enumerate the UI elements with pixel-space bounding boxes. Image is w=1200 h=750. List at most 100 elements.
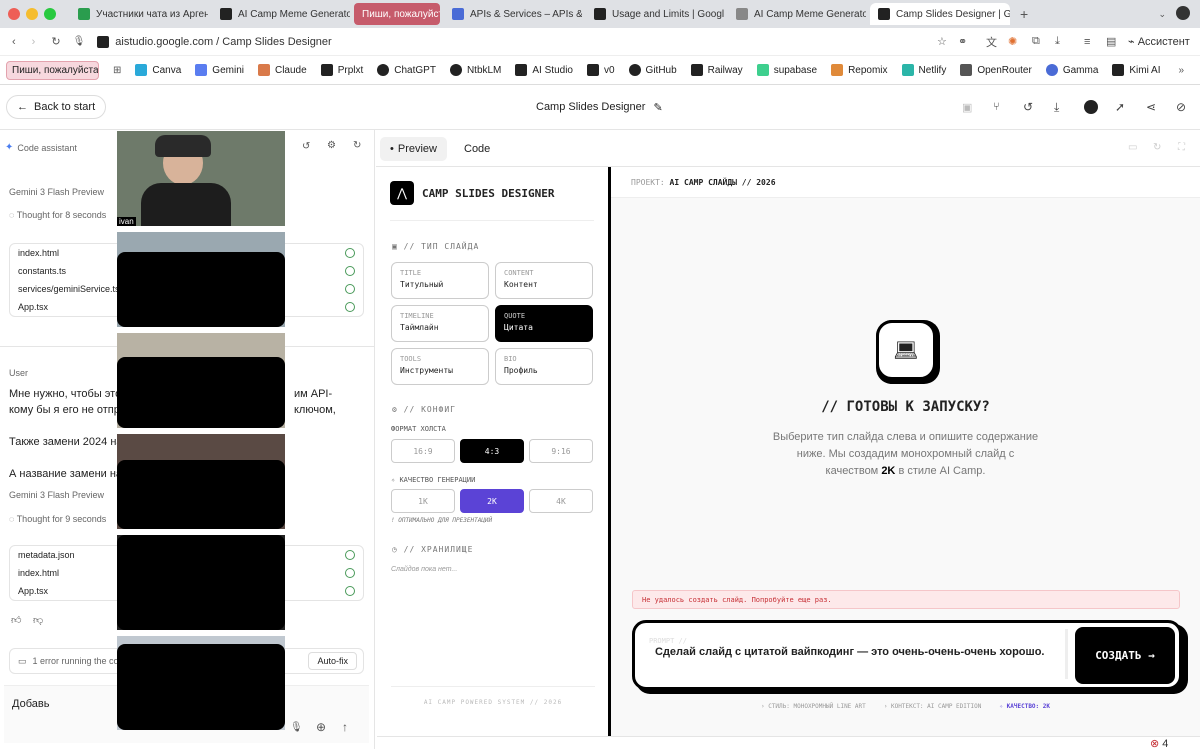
- bookmark-item[interactable]: GitHub: [628, 64, 677, 76]
- close-window-icon[interactable]: [8, 8, 20, 20]
- thought-toggle[interactable]: ◌ Thought for 9 seconds: [9, 514, 106, 524]
- bookmark-star-icon[interactable]: ☆: [937, 35, 947, 48]
- slide-type-bio[interactable]: BIO Профиль: [495, 348, 593, 385]
- browser-tab[interactable]: AI Camp Meme Generator: [728, 3, 866, 25]
- format-9-16-button[interactable]: 9:16: [529, 439, 593, 463]
- sidebar-icon[interactable]: ▤: [1106, 35, 1116, 48]
- video-participant-tile: [117, 333, 285, 428]
- device-icon[interactable]: ▭: [1128, 142, 1137, 153]
- add-icon[interactable]: ⊕: [316, 720, 326, 734]
- history-icon[interactable]: ↺: [1023, 100, 1033, 114]
- terminal-icon: ▭: [18, 655, 27, 666]
- quality-4k-button[interactable]: 4K: [529, 489, 593, 513]
- thumbs-up-icon[interactable]: 👍︎: [11, 614, 21, 626]
- extension-icon[interactable]: ✺: [1008, 35, 1017, 48]
- thumbs-down-icon[interactable]: 👎︎: [33, 614, 43, 626]
- bookmark-item[interactable]: Gemini: [195, 64, 244, 76]
- microphone-icon[interactable]: 🎙: [73, 36, 86, 47]
- assistant-button[interactable]: ⌁ Ассистент: [1128, 35, 1190, 48]
- bookmark-item[interactable]: Пиши, пожалуйста,...: [6, 60, 99, 80]
- quality-1k-button[interactable]: 1K: [391, 489, 455, 513]
- back-to-start-button[interactable]: ← Back to start: [6, 95, 107, 119]
- slide-type-content[interactable]: CONTENT Контент: [495, 262, 593, 299]
- slide-type-timeline[interactable]: TIMELINE Таймлайн: [391, 305, 489, 342]
- error-counter[interactable]: ⊗ 4: [1150, 737, 1168, 750]
- laptop-icon: 💻︎: [876, 320, 936, 380]
- bookmark-item[interactable]: supabase: [756, 64, 817, 76]
- bookmark-item[interactable]: ChatGPT: [377, 64, 436, 76]
- bookmark-item[interactable]: Railway: [690, 64, 743, 76]
- auto-fix-button[interactable]: Auto-fix: [308, 652, 357, 670]
- menu-icon[interactable]: ≡: [1084, 36, 1090, 48]
- maximize-window-icon[interactable]: [44, 8, 56, 20]
- deploy-rocket-icon[interactable]: ➚: [1115, 100, 1125, 114]
- create-button[interactable]: СОЗДАТЬ →: [1075, 627, 1175, 684]
- bookmark-item[interactable]: v0: [586, 64, 615, 76]
- ai-studio-icon: [220, 8, 232, 20]
- check-icon: [345, 302, 355, 312]
- share-icon[interactable]: ⋖: [1146, 100, 1156, 114]
- browser-tab[interactable]: Участники чата из Аргентин: [70, 3, 208, 25]
- netlify-icon: [901, 64, 914, 76]
- slide-type-quote[interactable]: QUOTE Цитата: [495, 305, 593, 342]
- format-4-3-button[interactable]: 4:3: [460, 439, 524, 463]
- fullscreen-icon[interactable]: ⛶: [1178, 142, 1185, 153]
- slide-type-tools[interactable]: TOOLS Инструменты: [391, 348, 489, 385]
- history-icon[interactable]: ↺: [302, 141, 310, 152]
- user-message: кому бы я его не отпра: [9, 404, 126, 416]
- profile-avatar[interactable]: [1176, 6, 1190, 20]
- prompt-text[interactable]: Сделай слайд с цитатой вайпкодинг — это …: [655, 644, 1055, 661]
- bookmark-item[interactable]: Claude: [257, 64, 307, 76]
- refresh-icon[interactable]: ↻: [1153, 142, 1161, 153]
- minimize-window-icon[interactable]: [26, 8, 38, 20]
- settings-gear-icon[interactable]: ⚙: [327, 140, 336, 151]
- format-16-9-button[interactable]: 16:9: [391, 439, 455, 463]
- bookmark-item[interactable]: Prplxt: [320, 64, 363, 76]
- github-icon[interactable]: [1084, 100, 1098, 114]
- browser-tab[interactable]: Usage and Limits | Google A: [586, 3, 724, 25]
- slide-type-title[interactable]: TITLE Титульный: [391, 262, 489, 299]
- edit-pencil-icon[interactable]: ✎: [653, 101, 662, 114]
- bookmark-item[interactable]: OpenRouter: [960, 64, 1032, 76]
- branch-icon[interactable]: ⑂: [993, 101, 1000, 113]
- apps-grid-icon[interactable]: ⊞: [113, 65, 121, 76]
- bookmark-item[interactable]: NtbkLM: [449, 64, 501, 76]
- bookmark-item[interactable]: Gamma: [1045, 64, 1098, 76]
- bookmark-item[interactable]: AI Studio: [515, 64, 573, 76]
- kimi-icon: [1112, 64, 1125, 76]
- more-bookmarks-icon[interactable]: »: [1179, 65, 1185, 76]
- download-icon[interactable]: ⤓: [1055, 35, 1060, 48]
- puzzle-icon[interactable]: ⧉: [1032, 35, 1040, 48]
- reload-icon[interactable]: ↻: [51, 35, 60, 48]
- bookmark-item[interactable]: Repomix: [831, 64, 888, 76]
- microphone-icon[interactable]: 🎙: [290, 722, 303, 733]
- tab-code[interactable]: Code: [464, 137, 490, 161]
- save-icon[interactable]: ▣: [962, 101, 972, 114]
- bookmark-item[interactable]: Kimi AI: [1112, 64, 1161, 76]
- visibility-off-icon[interactable]: ⊘: [1176, 100, 1186, 114]
- new-tab-button[interactable]: +: [1020, 6, 1028, 22]
- quality-2k-button[interactable]: 2K: [460, 489, 524, 513]
- user-message: А название замени на: [9, 468, 123, 480]
- thought-toggle[interactable]: ◌ Thought for 8 seconds: [9, 210, 106, 220]
- browser-tab[interactable]: Пиши, пожалуйста: [354, 3, 440, 25]
- browser-tab-active[interactable]: Camp Slides Designer | Goo: [870, 3, 1010, 25]
- prompt-box[interactable]: PROMPT // Сделай слайд с цитатой вайпкод…: [632, 620, 1182, 690]
- forward-arrow-icon[interactable]: ›: [32, 36, 36, 48]
- check-icon: [345, 568, 355, 578]
- send-arrow-icon[interactable]: ↑: [342, 720, 348, 734]
- refresh-icon[interactable]: ↻: [353, 140, 361, 151]
- browser-toolbar: ‹ › ↻ 🎙 aistudio.google.com / Camp Slide…: [0, 28, 1200, 56]
- browser-tab[interactable]: AI Camp Meme Generator | G: [212, 3, 350, 25]
- project-header: ПРОЕКТ: AI CAMP СЛАЙДЫ // 2026: [631, 178, 776, 187]
- translate-icon[interactable]: 文: [986, 34, 997, 50]
- download-icon[interactable]: ⤓: [1054, 100, 1059, 115]
- bookmark-item[interactable]: Netlify: [901, 64, 946, 76]
- link-icon[interactable]: ⚭: [958, 35, 967, 48]
- browser-tab[interactable]: APIs & Services – APIs & Se: [444, 3, 582, 25]
- tab-preview[interactable]: • Preview: [380, 137, 447, 161]
- address-bar[interactable]: aistudio.google.com / Camp Slides Design…: [115, 36, 331, 48]
- bookmark-item[interactable]: Canva: [135, 64, 181, 76]
- back-arrow-icon[interactable]: ‹: [12, 36, 16, 48]
- chevron-down-icon[interactable]: ⌄: [1158, 9, 1166, 20]
